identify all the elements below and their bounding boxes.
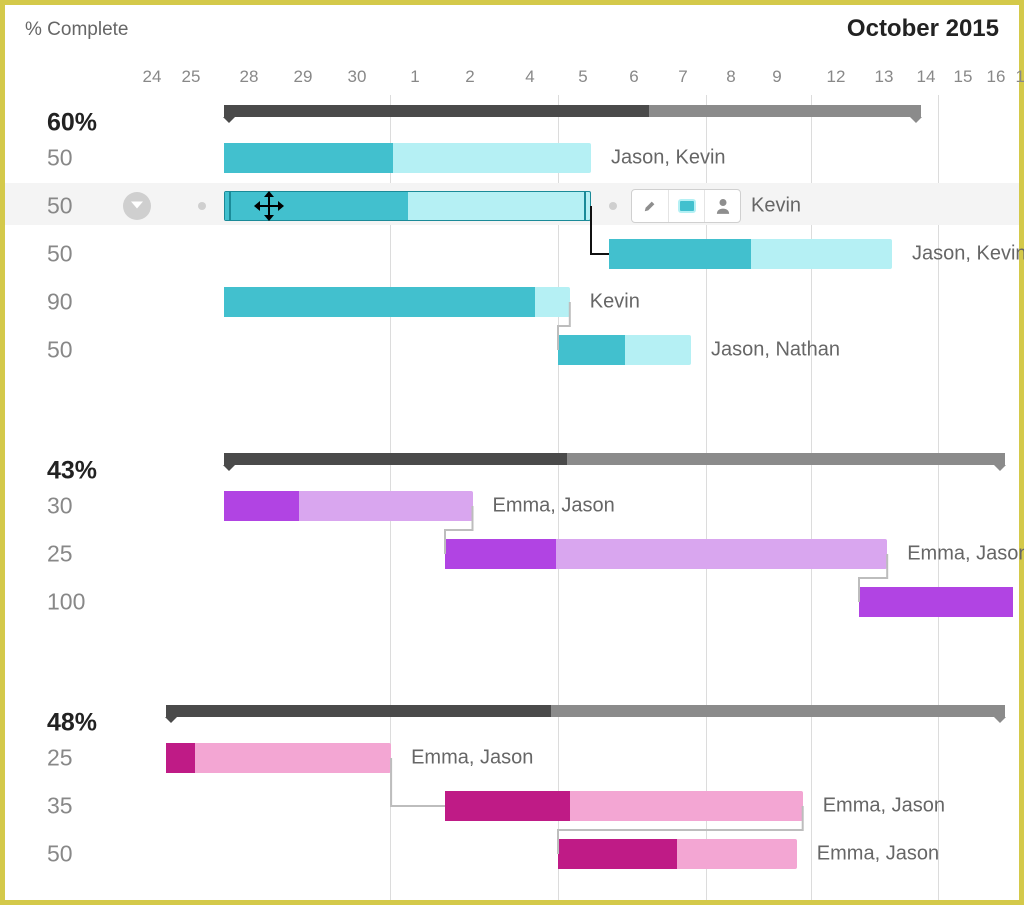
day-tick: 30: [348, 67, 367, 87]
summary-notch: [994, 465, 1006, 471]
task-pct: 25: [47, 745, 73, 772]
header-month: October 2015: [847, 15, 999, 43]
task-pct: 35: [47, 793, 73, 820]
task-bar[interactable]: [558, 335, 691, 365]
task-progress: [609, 239, 751, 269]
task-progress: [859, 587, 1013, 617]
pencil-icon: [643, 199, 657, 213]
task-progress: [224, 143, 393, 173]
task-bar[interactable]: [558, 839, 797, 869]
task-pct: 50: [47, 841, 73, 868]
task-bar[interactable]: [224, 491, 473, 521]
task-assignees: Emma, Jason: [823, 795, 945, 818]
summary-pct: 48%: [47, 709, 97, 738]
assign-button[interactable]: [704, 190, 740, 222]
day-tick: 5: [578, 67, 587, 87]
task-pct: 50: [47, 337, 73, 364]
summary-notch: [223, 465, 235, 471]
task-progress: [445, 791, 570, 821]
day-tick: 15: [954, 67, 973, 87]
day-tick: 28: [240, 67, 259, 87]
task-assignees: Kevin: [590, 291, 640, 314]
summary-notch: [910, 117, 922, 123]
summary-bar[interactable]: [224, 453, 1005, 465]
day-tick: 9: [772, 67, 781, 87]
summary-dark: [166, 705, 551, 717]
resize-handle-right[interactable]: [584, 192, 586, 220]
link-handle[interactable]: [609, 202, 617, 210]
header-left-label: % Complete: [25, 19, 129, 41]
task-pct: 90: [47, 289, 73, 316]
task-pct: 50: [47, 241, 73, 268]
resize-handle-left[interactable]: [229, 192, 231, 220]
color-button[interactable]: [668, 190, 704, 222]
edit-button[interactable]: [632, 190, 668, 222]
summary-grey: [649, 105, 922, 117]
task-assignees: Emma, Jason: [411, 747, 533, 770]
task-bar[interactable]: [224, 191, 591, 221]
summary-notch: [994, 717, 1006, 723]
day-tick: 29: [294, 67, 313, 87]
gantt-chart: % Complete October 2015 2425282930124567…: [5, 5, 1019, 900]
day-tick: 2: [465, 67, 474, 87]
day-tick: 4: [525, 67, 534, 87]
summary-dark: [224, 453, 567, 465]
day-tick: 12: [827, 67, 846, 87]
task-pct: 100: [47, 589, 85, 616]
task-bar[interactable]: [609, 239, 892, 269]
task-progress: [224, 287, 535, 317]
task-pct: 25: [47, 541, 73, 568]
day-tick: 7: [678, 67, 687, 87]
day-tick: 8: [726, 67, 735, 87]
summary-notch: [165, 717, 177, 723]
task-bar[interactable]: [859, 587, 1013, 617]
day-tick: 6: [629, 67, 638, 87]
color-swatch-icon: [678, 199, 696, 213]
task-assignees: Kevin: [751, 195, 801, 218]
day-tick: 1: [410, 67, 419, 87]
chevron-down-icon[interactable]: [123, 192, 151, 220]
user-icon: [716, 198, 730, 214]
task-bar[interactable]: [166, 743, 391, 773]
summary-grey: [551, 705, 1005, 717]
task-bar[interactable]: [224, 287, 570, 317]
task-assignees: Emma, Jason: [817, 843, 939, 866]
task-assignees: Emma, Jason: [907, 543, 1024, 566]
task-pct: 30: [47, 493, 73, 520]
task-bar[interactable]: [445, 791, 803, 821]
task-pct: 50: [47, 193, 73, 220]
link-handle[interactable]: [198, 202, 206, 210]
summary-dark: [224, 105, 649, 117]
task-progress: [225, 192, 408, 220]
task-bar[interactable]: [224, 143, 591, 173]
day-tick: 16: [987, 67, 1006, 87]
summary-bar[interactable]: [166, 705, 1005, 717]
summary-bar[interactable]: [224, 105, 921, 117]
task-progress: [224, 491, 299, 521]
day-tick: 24: [143, 67, 162, 87]
task-progress: [558, 839, 677, 869]
task-progress: [445, 539, 556, 569]
task-assignees: Jason, Kevin: [611, 147, 726, 170]
task-bar[interactable]: [445, 539, 887, 569]
task-assignees: Emma, Jason: [493, 495, 615, 518]
task-progress: [166, 743, 195, 773]
task-progress: [558, 335, 625, 365]
day-tick: 19: [1016, 67, 1024, 87]
task-pct: 50: [47, 145, 73, 172]
summary-pct: 43%: [47, 457, 97, 486]
day-tick: 13: [875, 67, 894, 87]
day-tick: 25: [182, 67, 201, 87]
day-ticks: 242528293012456789121314151619: [5, 67, 1019, 89]
summary-grey: [567, 453, 1005, 465]
summary-pct: 60%: [47, 109, 97, 138]
task-assignees: Jason, Nathan: [711, 339, 840, 362]
day-tick: 14: [917, 67, 936, 87]
summary-notch: [223, 117, 235, 123]
task-assignees: Jason, Kevin, N: [912, 243, 1024, 266]
task-toolbar: [631, 189, 741, 223]
